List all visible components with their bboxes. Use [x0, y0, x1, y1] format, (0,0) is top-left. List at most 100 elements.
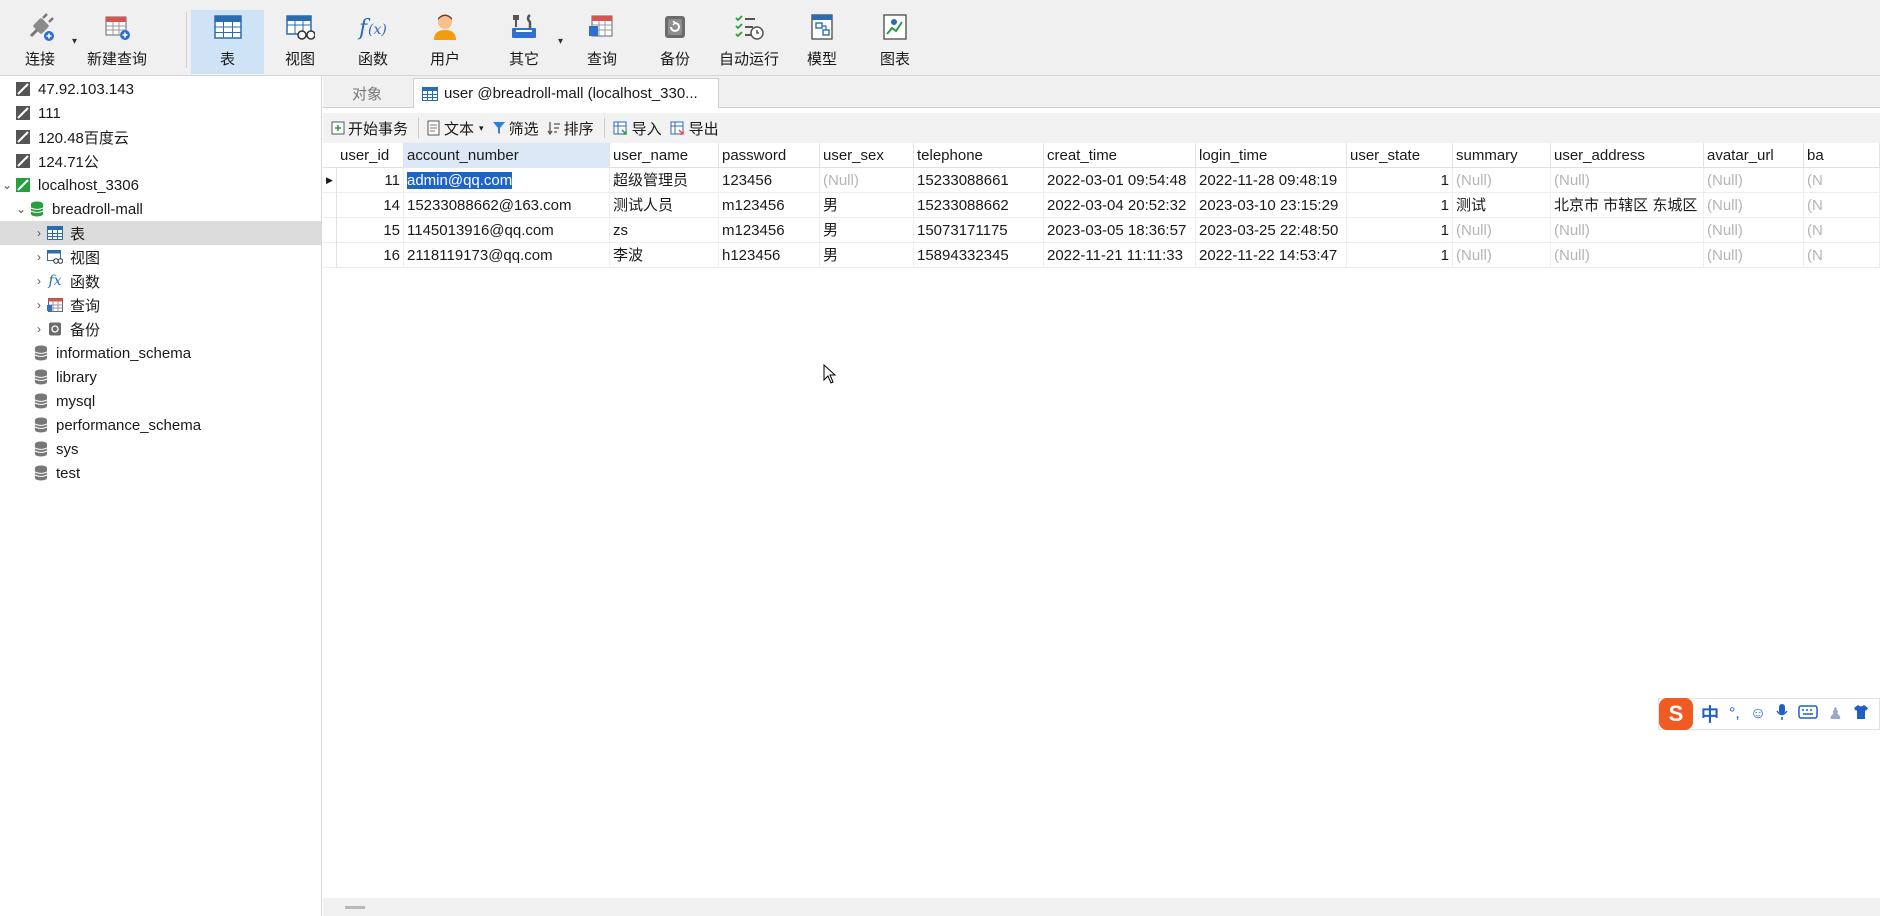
connect-dropdown-icon[interactable]: ▾ [72, 36, 77, 47]
sort-button[interactable]: 排序 [547, 118, 594, 139]
column-header[interactable]: account_number [404, 143, 610, 168]
tree-item-backups[interactable]: › 备份 [0, 317, 321, 341]
cell-user-sex[interactable]: 男 [820, 218, 914, 243]
cell-telephone[interactable]: 15894332345 [914, 243, 1044, 268]
column-header[interactable]: creat_time [1044, 143, 1196, 168]
user-icon[interactable]: ♟ [1828, 704, 1842, 724]
column-header[interactable]: ba [1804, 143, 1880, 168]
cell-truncated[interactable]: (N [1804, 243, 1880, 268]
ime-toolbar[interactable]: S 中 °, ☺ ♟ [1658, 698, 1880, 730]
tab-user-table[interactable]: user @breadroll-mall (localhost_330... [413, 78, 719, 108]
cell-user-sex[interactable]: (Null) [820, 168, 914, 193]
cell-login-time[interactable]: 2023-03-10 23:15:29 [1196, 193, 1347, 218]
backup-button[interactable]: 备份 [647, 10, 703, 74]
cell-telephone[interactable]: 15233088662 [914, 193, 1044, 218]
cell-account-number[interactable]: admin@qq.com [404, 168, 610, 193]
cell-summary[interactable]: (Null) [1453, 218, 1551, 243]
cell-user-address[interactable]: (Null) [1551, 218, 1704, 243]
table-button[interactable]: 表 [191, 10, 264, 74]
view-button[interactable]: 视图 [272, 10, 328, 74]
tree-database[interactable]: mysql [0, 389, 321, 413]
cell-truncated[interactable]: (N [1804, 193, 1880, 218]
table-row[interactable]: 16 2118119173@qq.com 李波 h123456 男 158943… [323, 243, 1880, 268]
tree-connection[interactable]: 47.92.103.143 [0, 77, 321, 101]
tree-database[interactable]: library [0, 365, 321, 389]
export-button[interactable]: 导出 [670, 118, 719, 139]
new-query-button[interactable]: 新建查询 [84, 10, 150, 74]
cell-account-number[interactable]: 1145013916@qq.com [404, 218, 610, 243]
cell-creat-time[interactable]: 2022-11-21 11:11:33 [1044, 243, 1196, 268]
sogou-logo-icon[interactable]: S [1659, 698, 1693, 730]
tree-item-views[interactable]: › 视图 [0, 245, 321, 269]
cell-user-sex[interactable]: 男 [820, 243, 914, 268]
tab-objects[interactable]: 对象 [323, 78, 411, 108]
cell-user-name[interactable]: 超级管理员 [610, 168, 719, 193]
cell-user-id[interactable]: 15 [337, 218, 404, 243]
cell-account-number[interactable]: 15233088662@163.com [404, 193, 610, 218]
column-header[interactable]: summary [1453, 143, 1551, 168]
cell-summary[interactable]: 测试 [1453, 193, 1551, 218]
cell-password[interactable]: m123456 [719, 193, 820, 218]
column-header[interactable]: user_sex [820, 143, 914, 168]
import-button[interactable]: 导入 [613, 118, 662, 139]
cell-creat-time[interactable]: 2023-03-05 18:36:57 [1044, 218, 1196, 243]
function-button[interactable]: f (x) 函数 [345, 10, 401, 74]
keyboard-icon[interactable] [1798, 704, 1818, 724]
horizontal-scrollbar[interactable] [323, 898, 1880, 916]
column-header[interactable]: user_state [1347, 143, 1453, 168]
cell-creat-time[interactable]: 2022-03-04 20:52:32 [1044, 193, 1196, 218]
tree-database[interactable]: sys [0, 437, 321, 461]
cell-avatar-url[interactable]: (Null) [1704, 218, 1804, 243]
cell-truncated[interactable]: (N [1804, 168, 1880, 193]
chevron-down-icon[interactable]: ▾ [479, 123, 484, 134]
cell-avatar-url[interactable]: (Null) [1704, 243, 1804, 268]
cell-user-state[interactable]: 1 [1347, 218, 1453, 243]
chevron-right-icon[interactable]: › [32, 298, 46, 312]
chevron-down-icon[interactable]: ⌄ [0, 178, 14, 192]
cell-truncated[interactable]: (N [1804, 218, 1880, 243]
chart-button[interactable]: 图表 [867, 10, 923, 74]
column-header[interactable]: password [719, 143, 820, 168]
model-button[interactable]: 模型 [794, 10, 850, 74]
column-header[interactable]: user_id [337, 143, 404, 168]
others-dropdown-icon[interactable]: ▾ [558, 36, 563, 47]
query-button[interactable]: 查询 [574, 10, 630, 74]
cell-login-time[interactable]: 2022-11-22 14:53:47 [1196, 243, 1347, 268]
table-row[interactable]: 15 1145013916@qq.com zs m123456 男 150731… [323, 218, 1880, 243]
tree-connection[interactable]: 111 [0, 101, 321, 125]
chevron-right-icon[interactable]: › [32, 226, 46, 240]
cell-login-time[interactable]: 2023-03-25 22:48:50 [1196, 218, 1347, 243]
cell-user-name[interactable]: 李波 [610, 243, 719, 268]
cell-user-address[interactable]: 北京市 市辖区 东城区 [1551, 193, 1704, 218]
tree-connection[interactable]: 120.48百度云 [0, 125, 321, 149]
tree-connection[interactable]: 124.71公 [0, 149, 321, 173]
column-header[interactable]: avatar_url [1704, 143, 1804, 168]
column-header[interactable]: user_name [610, 143, 719, 168]
cell-user-state[interactable]: 1 [1347, 193, 1453, 218]
cell-password[interactable]: h123456 [719, 243, 820, 268]
cell-summary[interactable]: (Null) [1453, 168, 1551, 193]
ime-mode-toggle[interactable]: 中 [1701, 701, 1719, 727]
cell-password[interactable]: m123456 [719, 218, 820, 243]
emoji-icon[interactable]: ☺ [1750, 705, 1766, 723]
automation-button[interactable]: 自动运行 [716, 10, 782, 74]
microphone-icon[interactable] [1776, 703, 1788, 726]
text-view-button[interactable]: 文本 ▾ [427, 118, 484, 139]
tree-database[interactable]: performance_schema [0, 413, 321, 437]
cell-user-state[interactable]: 1 [1347, 168, 1453, 193]
cell-creat-time[interactable]: 2022-03-01 09:54:48 [1044, 168, 1196, 193]
table-row[interactable]: 14 15233088662@163.com 测试人员 m123456 男 15… [323, 193, 1880, 218]
cell-telephone[interactable]: 15233088661 [914, 168, 1044, 193]
cell-user-address[interactable]: (Null) [1551, 168, 1704, 193]
tree-item-functions[interactable]: › fx 函数 [0, 269, 321, 293]
tree-database-breadroll-mall[interactable]: ⌄ breadroll-mall [0, 197, 321, 221]
cell-user-id[interactable]: 14 [337, 193, 404, 218]
column-header[interactable]: telephone [914, 143, 1044, 168]
column-header[interactable]: user_address [1551, 143, 1704, 168]
user-button[interactable]: 用户 [417, 10, 473, 74]
tree-item-queries[interactable]: › 查询 [0, 293, 321, 317]
others-button[interactable]: 其它 [496, 10, 552, 74]
cell-user-address[interactable]: (Null) [1551, 243, 1704, 268]
skin-shirt-icon[interactable] [1853, 704, 1869, 725]
chevron-down-icon[interactable]: ⌄ [14, 202, 28, 216]
